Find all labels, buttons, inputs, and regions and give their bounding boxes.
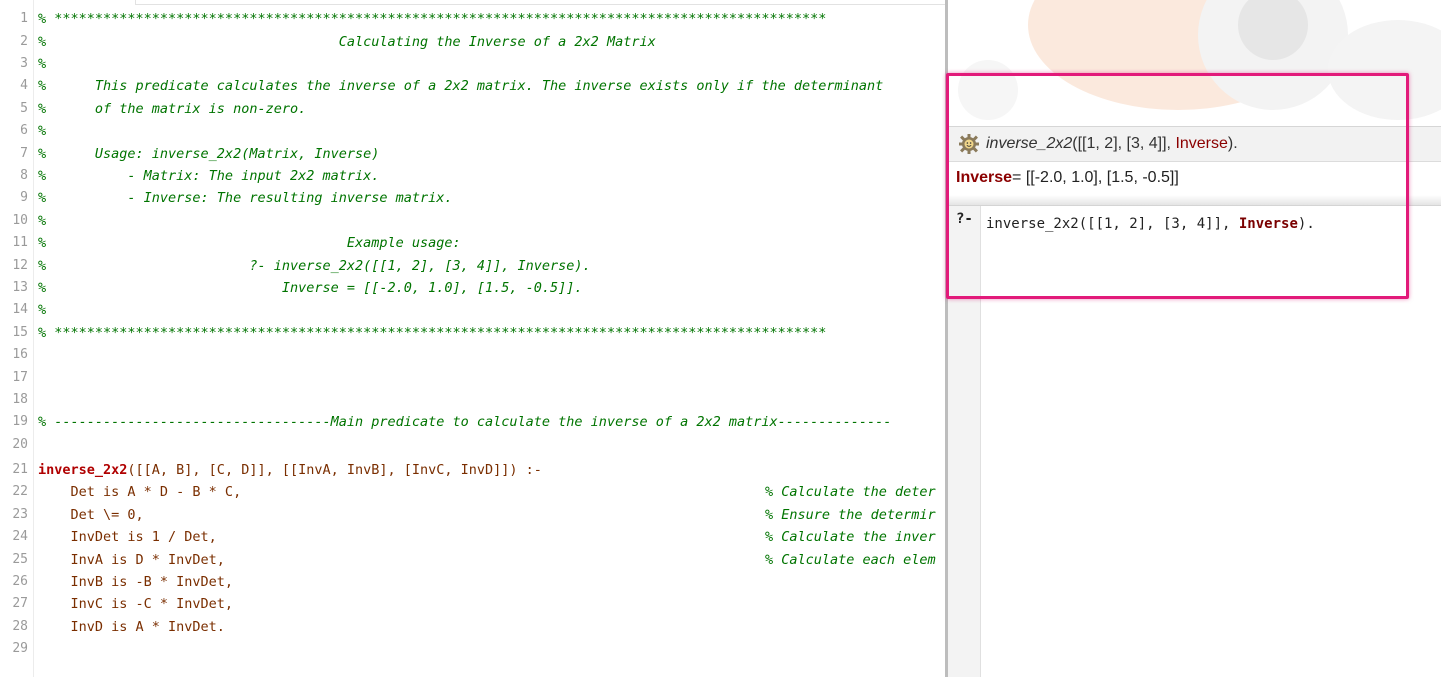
query-editor[interactable]: ?- inverse_2x2([[1, 2], [3, 4]], Inverse… (948, 206, 1441, 677)
code-line-27[interactable]: InvC is -C * InvDet, (38, 593, 945, 615)
line-number: 10 (12, 212, 28, 228)
code-line-5[interactable]: % of the matrix is non-zero. (38, 98, 945, 120)
line-number: 4 (20, 78, 28, 94)
predicate-name: inverse_2x2 (38, 462, 128, 478)
code-line-19[interactable]: % ----------------------------------Main… (38, 411, 945, 433)
line-number: 6 (20, 123, 28, 139)
code-line-10[interactable]: % (38, 210, 945, 232)
inline-comment: % Calculate the deter (765, 484, 936, 501)
code-line-26[interactable]: InvB is -B * InvDet, (38, 571, 945, 593)
editor-tab-strip (135, 0, 945, 5)
line-number: 27 (12, 596, 28, 612)
inline-comment: % Ensure the determir (765, 506, 936, 523)
line-number: 17 (12, 369, 28, 385)
code-line-6[interactable]: % (38, 120, 945, 142)
line-number: 25 (12, 551, 28, 567)
code-line-8[interactable]: % - Matrix: The input 2x2 matrix. (38, 165, 945, 187)
prompt-gutter: ?- (948, 206, 981, 677)
line-number: 1 (20, 11, 28, 27)
line-number: 22 (12, 484, 28, 500)
line-number: 2 (20, 33, 28, 49)
line-number: 8 (20, 168, 28, 183)
line-number: 28 (12, 618, 28, 634)
code-line-12[interactable]: % ?- inverse_2x2([[1, 2], [3, 4]], Inver… (38, 255, 945, 277)
answer-separator (948, 195, 1441, 206)
code-line-9[interactable]: % - Inverse: The resulting inverse matri… (38, 187, 945, 209)
line-number: 21 (12, 462, 28, 477)
line-number: 5 (20, 100, 28, 116)
line-number: 15 (12, 324, 28, 340)
line-number: 26 (12, 574, 28, 589)
line-number: 9 (20, 190, 28, 206)
code-line-14[interactable]: % (38, 299, 945, 321)
code-line-11[interactable]: % Example usage: (38, 232, 945, 254)
line-number: 18 (12, 392, 28, 407)
predicate-args: ([[A, B], [C, D]], [[InvA, InvB], [InvC,… (127, 462, 542, 478)
code-line-3[interactable]: % (38, 53, 945, 75)
code-line-1[interactable]: % **************************************… (38, 8, 945, 30)
code-line-2[interactable]: % Calculating the Inverse of a 2x2 Matri… (38, 31, 945, 53)
answer-row: Inverse = [[-2.0, 1.0], [1.5, -0.5]] (948, 161, 1441, 195)
inline-comment: % Calculate each elem (765, 551, 936, 568)
query-input[interactable]: inverse_2x2([[1, 2], [3, 4]], Inverse). (986, 216, 1315, 232)
line-number: 23 (12, 506, 28, 522)
line-number: 29 (12, 641, 28, 657)
query-title: inverse_2x2([[1, 2], [3, 4]], Inverse). (986, 135, 1238, 152)
code-line-21[interactable]: inverse_2x2([[A, B], [C, D]], [[InvA, In… (38, 459, 945, 481)
line-number: 24 (12, 529, 28, 545)
line-number: 12 (12, 257, 28, 273)
line-number: 13 (12, 280, 28, 295)
inline-comment: % Calculate the inver (765, 529, 936, 546)
code-line-13[interactable]: % Inverse = [[-2.0, 1.0], [1.5, -0.5]]. (38, 277, 945, 299)
line-number: 11 (12, 235, 28, 251)
code-line-28[interactable]: InvD is A * InvDet. (38, 616, 945, 638)
line-number: 14 (12, 302, 28, 318)
background-logo (948, 0, 1441, 126)
code-line-4[interactable]: % This predicate calculates the inverse … (38, 75, 945, 97)
code-line-7[interactable]: % Usage: inverse_2x2(Matrix, Inverse) (38, 143, 945, 165)
line-number: 16 (12, 347, 28, 363)
query-pane: inverse_2x2([[1, 2], [3, 4]], Inverse). … (948, 0, 1441, 677)
gear-icon (959, 134, 979, 154)
line-number: 20 (12, 436, 28, 452)
line-number: 3 (20, 56, 28, 71)
query-header[interactable]: inverse_2x2([[1, 2], [3, 4]], Inverse). (948, 126, 1441, 162)
answer-value: = [[-2.0, 1.0], [1.5, -0.5]] (1012, 169, 1179, 186)
code-line-15[interactable]: % **************************************… (38, 322, 945, 344)
prompt-symbol: ?- (956, 211, 973, 227)
answer-variable: Inverse (956, 169, 1013, 186)
line-number: 19 (12, 414, 28, 430)
line-number: 7 (20, 145, 28, 161)
code-editor[interactable]: % **************************************… (0, 0, 945, 677)
